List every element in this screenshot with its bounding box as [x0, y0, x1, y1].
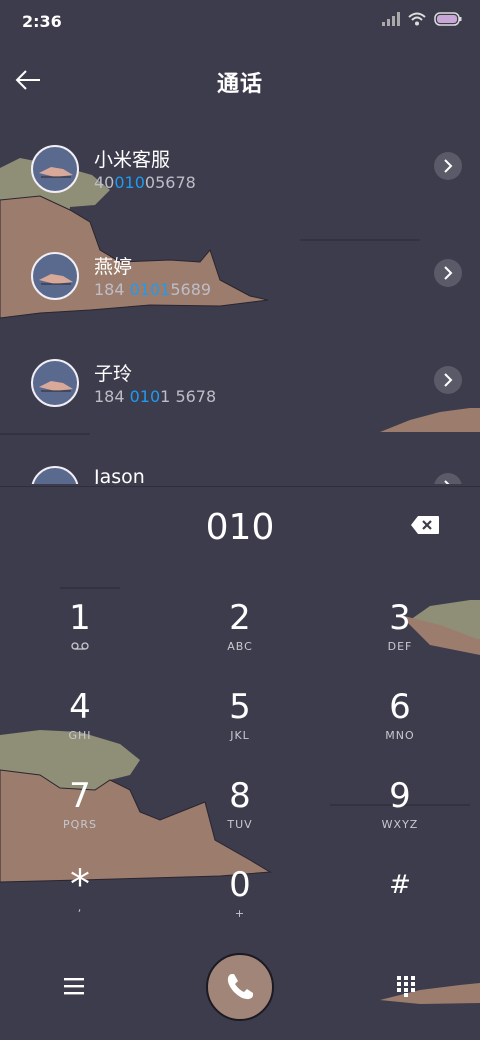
number-match: 010 [114, 173, 145, 192]
contact-item[interactable]: 小米客服 4001005678 [0, 112, 480, 219]
key-7[interactable]: 7 PQRS [0, 756, 160, 845]
contact-item[interactable]: 子玲 184 0101 5678 [0, 326, 480, 433]
contact-name: Jason [94, 466, 145, 484]
chevron-right-icon [444, 373, 453, 387]
call-button[interactable] [206, 953, 274, 1021]
phone-icon [227, 974, 253, 1000]
contact-list[interactable]: 小米客服 4001005678 燕婷 184 01015689 子玲 184 0… [0, 112, 480, 484]
avatar [31, 466, 79, 484]
dialpad-button[interactable] [390, 970, 422, 1002]
dial-display: 010 [0, 486, 480, 571]
menu-icon [64, 978, 84, 995]
contact-name: 燕婷 [94, 256, 133, 278]
key-9[interactable]: 9 WXYZ [320, 756, 480, 845]
chevron-right-icon [444, 266, 453, 280]
key-2[interactable]: 2 ABC [160, 578, 320, 667]
key-8[interactable]: 8 TUV [160, 756, 320, 845]
contact-details-button[interactable] [434, 366, 462, 394]
contact-number: 4001005678 [94, 173, 196, 192]
status-bar: 2:36 [0, 0, 480, 44]
contact-details-button[interactable] [434, 259, 462, 287]
number-match: 010 [129, 387, 161, 406]
status-icons [382, 12, 462, 26]
status-time: 2:36 [22, 12, 62, 31]
contact-item[interactable]: 燕婷 184 01015689 [0, 219, 480, 326]
avatar [31, 145, 79, 193]
dialpad-icon [397, 976, 415, 997]
backspace-icon [411, 516, 439, 534]
contact-name: 子玲 [94, 363, 133, 385]
key-6[interactable]: 6 MNO [320, 667, 480, 756]
contact-details-button[interactable] [434, 152, 462, 180]
avatar [31, 359, 79, 407]
contact-name: 小米客服 [94, 149, 171, 171]
contact-number: 184 0101 5678 [94, 387, 217, 406]
key-hash[interactable]: # [320, 845, 480, 934]
voicemail-icon [0, 640, 160, 653]
chevron-right-icon [444, 159, 453, 173]
key-1[interactable]: 1 [0, 578, 160, 667]
contact-details-button[interactable] [434, 473, 462, 484]
number-match: 0101 [129, 280, 171, 299]
battery-icon [434, 12, 462, 26]
key-0[interactable]: 0 + [160, 845, 320, 934]
key-4[interactable]: 4 GHI [0, 667, 160, 756]
bottom-bar [0, 950, 480, 1040]
menu-button[interactable] [58, 970, 90, 1002]
signal-icon [382, 12, 400, 26]
avatar [31, 252, 79, 300]
chevron-right-icon [444, 480, 450, 484]
dialed-number: 010 [205, 507, 275, 548]
key-star[interactable]: *, [0, 845, 160, 934]
delete-button[interactable] [410, 515, 446, 539]
header: 通话 [0, 50, 480, 110]
contact-number: 184 01015689 [94, 280, 212, 299]
key-3[interactable]: 3 DEF [320, 578, 480, 667]
key-5[interactable]: 5 JKL [160, 667, 320, 756]
page-title: 通话 [216, 72, 263, 97]
wifi-icon [408, 12, 426, 26]
contact-item[interactable]: Jason [0, 433, 480, 484]
